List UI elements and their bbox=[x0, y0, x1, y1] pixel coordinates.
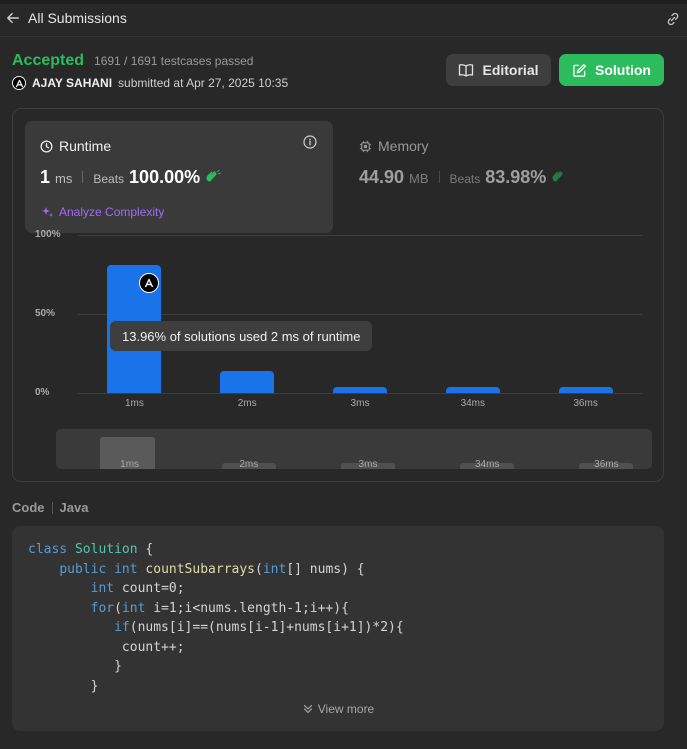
chart-bar[interactable] bbox=[333, 387, 387, 393]
code-label: Code bbox=[12, 500, 45, 515]
view-more-button[interactable]: View more bbox=[12, 702, 664, 716]
solution-label: Solution bbox=[595, 62, 651, 78]
back-to-submissions-button[interactable]: All Submissions bbox=[6, 10, 127, 26]
clock-icon bbox=[40, 140, 53, 152]
gridline bbox=[78, 314, 642, 315]
x-tick-label: 1ms bbox=[124, 398, 144, 409]
code-language: Java bbox=[59, 500, 89, 515]
runtime-beats-percent: 100.00% bbox=[129, 167, 201, 187]
link-icon[interactable] bbox=[665, 11, 681, 27]
minimap-label: 34ms bbox=[474, 459, 500, 469]
double-chevron-down-icon bbox=[303, 704, 312, 714]
minimap-label: 36ms bbox=[594, 459, 619, 469]
performance-panel: Runtime 1 ms Beats 100.00% Analyze Compl… bbox=[12, 108, 664, 482]
chip-icon bbox=[359, 140, 372, 152]
memory-value: 44.90 bbox=[359, 167, 405, 187]
avatar[interactable] bbox=[12, 76, 26, 90]
submission-panel: Accepted 1691 / 1691 testcases passed AJ… bbox=[0, 37, 687, 749]
top-bar: All Submissions bbox=[0, 0, 687, 37]
x-tick-label: 36ms bbox=[573, 398, 598, 409]
user-bar-avatar[interactable] bbox=[139, 273, 159, 293]
submitter-name[interactable]: AJAY SAHANI bbox=[32, 76, 112, 90]
memory-card[interactable]: Memory 44.90 MB Beats 83.98% bbox=[359, 121, 659, 233]
runtime-unit: ms bbox=[55, 171, 73, 186]
memory-beats-label: Beats bbox=[449, 172, 481, 186]
runtime-title-label: Runtime bbox=[59, 138, 112, 154]
user-logo-icon bbox=[144, 278, 154, 288]
runtime-value: 1 bbox=[40, 167, 51, 187]
runtime-beats-label: Beats bbox=[93, 172, 125, 186]
info-icon[interactable] bbox=[303, 135, 317, 149]
minimap-label: 3ms bbox=[358, 459, 378, 469]
y-tick-label: 0% bbox=[35, 387, 50, 398]
memory-metric: 44.90 MB Beats 83.98% bbox=[359, 167, 567, 188]
runtime-card[interactable]: Runtime 1 ms Beats 100.00% Analyze Compl… bbox=[25, 121, 333, 233]
sparkle-icon bbox=[42, 207, 53, 217]
back-label: All Submissions bbox=[28, 10, 127, 26]
code-block[interactable]: class Solution { public int countSubarra… bbox=[12, 526, 664, 731]
gridline bbox=[78, 393, 642, 394]
y-tick-label: 100% bbox=[35, 229, 61, 240]
submission-status: Accepted 1691 / 1691 testcases passed bbox=[12, 52, 253, 70]
code-content: class Solution { public int countSubarra… bbox=[28, 542, 404, 694]
divider bbox=[438, 171, 440, 183]
analyze-label: Analyze Complexity bbox=[59, 205, 165, 219]
x-tick-label: 2ms bbox=[237, 398, 257, 409]
chart-range-selector[interactable]: 1ms 2ms 3ms 34ms 36ms bbox=[56, 429, 652, 469]
minimap-label: 1ms bbox=[120, 459, 140, 469]
edit-icon bbox=[573, 63, 586, 77]
gridline bbox=[78, 235, 642, 236]
memory-unit: MB bbox=[409, 171, 429, 186]
y-tick-label: 50% bbox=[35, 308, 56, 319]
code-header: Code Java bbox=[12, 500, 88, 515]
submitted-at: submitted at Apr 27, 2025 10:35 bbox=[118, 76, 289, 90]
chart-bar[interactable] bbox=[445, 387, 500, 393]
minimap-label: 2ms bbox=[239, 459, 259, 469]
solution-button[interactable]: Solution bbox=[559, 54, 664, 86]
chart-tooltip: 13.96% of solutions used 2 ms of runtime bbox=[110, 321, 373, 351]
memory-title-label: Memory bbox=[378, 138, 429, 154]
editorial-label: Editorial bbox=[482, 62, 539, 78]
memory-title: Memory bbox=[359, 138, 429, 154]
runtime-metric: 1 ms Beats 100.00% bbox=[40, 167, 221, 188]
divider bbox=[82, 171, 84, 183]
x-tick-label: 3ms bbox=[350, 398, 370, 409]
arrow-left-icon bbox=[7, 12, 19, 24]
clap-icon bbox=[552, 171, 563, 182]
chart-bar[interactable] bbox=[558, 387, 613, 393]
view-more-label: View more bbox=[317, 702, 375, 716]
divider bbox=[51, 501, 53, 514]
memory-beats-percent: 83.98% bbox=[485, 167, 547, 187]
runtime-title: Runtime bbox=[40, 138, 111, 154]
user-logo-icon bbox=[15, 79, 23, 87]
chart-bar[interactable] bbox=[220, 370, 275, 393]
x-tick-label: 34ms bbox=[460, 398, 486, 409]
editorial-button[interactable]: Editorial bbox=[446, 54, 551, 86]
book-icon bbox=[459, 64, 474, 77]
status-accepted: Accepted bbox=[12, 52, 85, 69]
clap-icon bbox=[206, 170, 221, 182]
testcases-passed: 1691 / 1691 testcases passed bbox=[94, 54, 254, 68]
analyze-complexity-link[interactable]: Analyze Complexity bbox=[40, 205, 164, 219]
submitter-info: AJAY SAHANI submitted at Apr 27, 2025 10… bbox=[12, 76, 288, 90]
